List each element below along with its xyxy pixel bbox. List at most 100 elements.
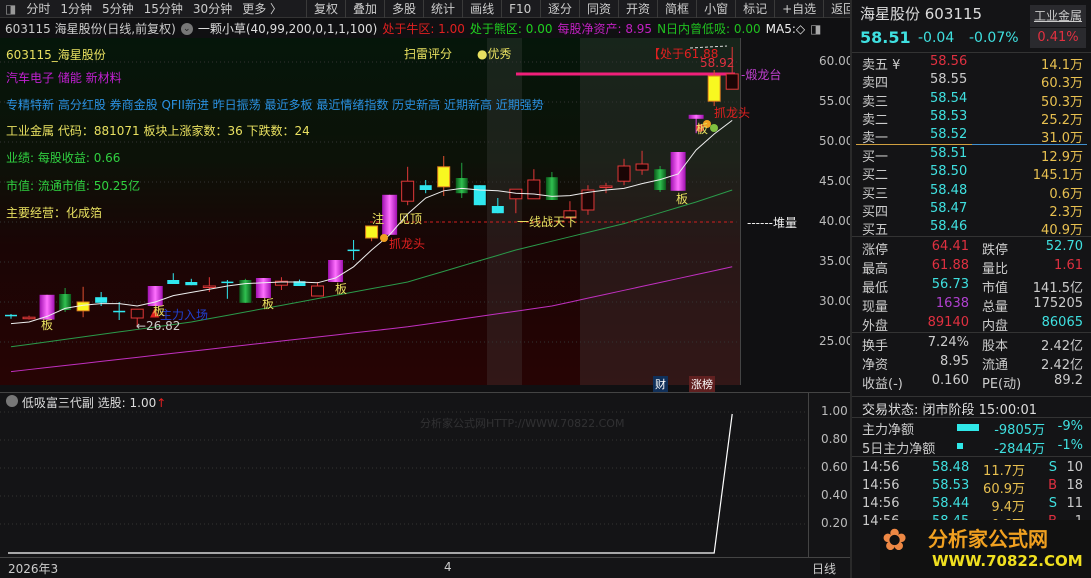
stat-row: 收益(-) 0.160 PE(动) 89.2 (862, 373, 1087, 392)
stat-row: 净资 8.95 流通 2.42亿 (862, 354, 1087, 373)
stat-value: 61.88 (931, 258, 969, 273)
tick-p: 58.44 (932, 496, 970, 511)
flow-bar (957, 424, 979, 431)
sector-change-pct: 0.41% (1030, 28, 1086, 48)
finance-badge[interactable]: 财 (653, 376, 668, 392)
flow-label: 5日主力净额 (862, 442, 936, 457)
signal-line (8, 413, 733, 554)
stat-value: 2.42亿 (1041, 358, 1083, 373)
order-price: 58.47 (930, 200, 968, 216)
stat-label: 量比 (982, 262, 1009, 277)
flow-bar (957, 443, 963, 449)
top-price: 58.92 (700, 56, 735, 70)
stat-label: 换手 (862, 339, 889, 354)
order-row: 卖三 58.54 50.3万 (862, 90, 1087, 110)
stat-value: 2.42亿 (1041, 339, 1083, 354)
concepts-line: 汽车电子 储能 新材料 (6, 71, 122, 85)
grab-dragon-label: 抓龙头 (389, 237, 426, 251)
price-change-pct: -0.07% (969, 30, 1019, 46)
tick-v: 11.7万 (983, 464, 1025, 479)
tick-row: 14:56 58.48 11.7万 S 10 (862, 460, 1087, 479)
tick-v: 60.9万 (983, 482, 1025, 497)
tick-n: 10 (1066, 460, 1083, 475)
stat-row: 外盘 89140 内盘 86065 (862, 315, 1087, 334)
candle-up (599, 185, 613, 188)
tags-line: 专精特新 高分红股 券商金股 QFII新进 昨日振荡 最近多板 最近情绪指数 历… (6, 98, 544, 112)
order-volume: 0.6万 (1049, 186, 1083, 202)
tick-t: 14:56 (862, 460, 900, 475)
candle-dn (113, 310, 126, 313)
stat-label: 涨停 (862, 243, 889, 258)
flow-value: -2844万 (994, 442, 1045, 457)
tick-p: 58.53 (932, 478, 970, 493)
flow-pct: -1% (1057, 438, 1083, 453)
order-price: 58.54 (930, 90, 968, 106)
flow-row: 5日主力净额 -2844万 -1% (862, 438, 1087, 457)
stock-title: 海星股份 603115 (860, 5, 983, 23)
stock-name-label: 603115_海星股份 (6, 48, 106, 62)
order-price: 58.55 (930, 72, 968, 88)
stat-value: 64.41 (931, 239, 969, 254)
quote-panel: 海星股份 603115 工业金属 58.51 -0.04 -0.07% 0.41… (850, 0, 1091, 578)
candle-up (635, 163, 649, 171)
signal-dot-icon (380, 234, 388, 242)
stat-value: 1638 (935, 296, 969, 311)
stat-value: 8.95 (940, 354, 969, 369)
order-row: 买五 58.46 40.9万 (862, 219, 1087, 238)
order-row: 买三 58.48 0.6万 (862, 182, 1087, 202)
order-volume: 25.2万 (1041, 112, 1083, 128)
order-level: 买三 (862, 186, 889, 202)
volume-label: ------堆量 (747, 216, 797, 230)
candle-up (22, 316, 36, 320)
chart-canvas (0, 45, 808, 554)
stat-value: 0.160 (931, 373, 969, 388)
order-row: 卖二 58.53 25.2万 (862, 109, 1087, 128)
stat-row: 最高 61.88 量比 1.61 (862, 258, 1087, 277)
sector-button[interactable]: 工业金属 (1030, 5, 1086, 27)
tick-n: 11 (1066, 496, 1083, 511)
tick-row: 14:56 58.53 60.9万 B 18 (862, 478, 1087, 497)
board-label: 板 (676, 192, 689, 206)
current-price: 58.51 (860, 28, 911, 47)
sector-line: 工业金属 代码：881071 板块上涨家数：36 下跌数：24 (6, 124, 310, 138)
flow-label: 主力净额 (862, 423, 915, 438)
board-label: 板 (696, 122, 709, 136)
one-line-label: 一线战天下 (517, 215, 578, 229)
logo-url: WWW.70822.COM (932, 552, 1083, 570)
price-change: -0.04 (918, 30, 955, 46)
stat-label: 流通 (982, 358, 1009, 373)
flow-row: 主力净额 -9805万 -9% (862, 419, 1087, 438)
candle-yl (365, 225, 379, 239)
order-volume: 50.3万 (1041, 94, 1083, 110)
order-level: 卖三 (862, 94, 889, 110)
tick-s: S (1048, 496, 1057, 511)
tick-row: 14:56 58.44 9.4万 S 11 (862, 496, 1087, 515)
order-price: 58.46 (930, 219, 968, 235)
order-level: 卖二 (862, 112, 889, 128)
stat-label: 净资 (862, 358, 889, 373)
order-level: 买一 (862, 150, 889, 165)
top-warning-label: 见顶 (398, 212, 423, 226)
rank-badge[interactable]: 涨榜 (689, 376, 715, 392)
market-cap-line: 市值: 流通市值: 50.25亿 (6, 179, 141, 193)
grab-dragon-label: 抓龙头 (714, 106, 751, 120)
performance-line: 业绩: 每股收益: 0.66 (6, 151, 121, 165)
stat-row: 换手 7.24% 股本 2.42亿 (862, 335, 1087, 354)
candle-yl (707, 75, 721, 102)
flower-logo-icon: ✿ (882, 523, 908, 558)
order-level: 卖四 (862, 76, 889, 92)
order-price: 58.52 (930, 127, 968, 143)
logo: ✿ 分析家公式网 WWW.70822.COM (880, 520, 1091, 578)
board-label: 板 (153, 304, 166, 318)
tick-t: 14:56 (862, 478, 900, 493)
tick-p: 58.48 (932, 460, 970, 475)
order-row: 卖五 ¥ 58.56 14.1万 (862, 54, 1087, 73)
stat-value: 1.61 (1054, 258, 1083, 273)
order-level: 买二 (862, 168, 889, 184)
stat-value: 7.24% (927, 335, 969, 350)
order-level: 卖五 ¥ (862, 58, 901, 73)
order-volume: 2.3万 (1049, 204, 1083, 220)
tick-t: 14:56 (862, 496, 900, 511)
order-price: 58.48 (930, 182, 968, 198)
business-line: 主要经营：化成箔 (6, 206, 103, 220)
